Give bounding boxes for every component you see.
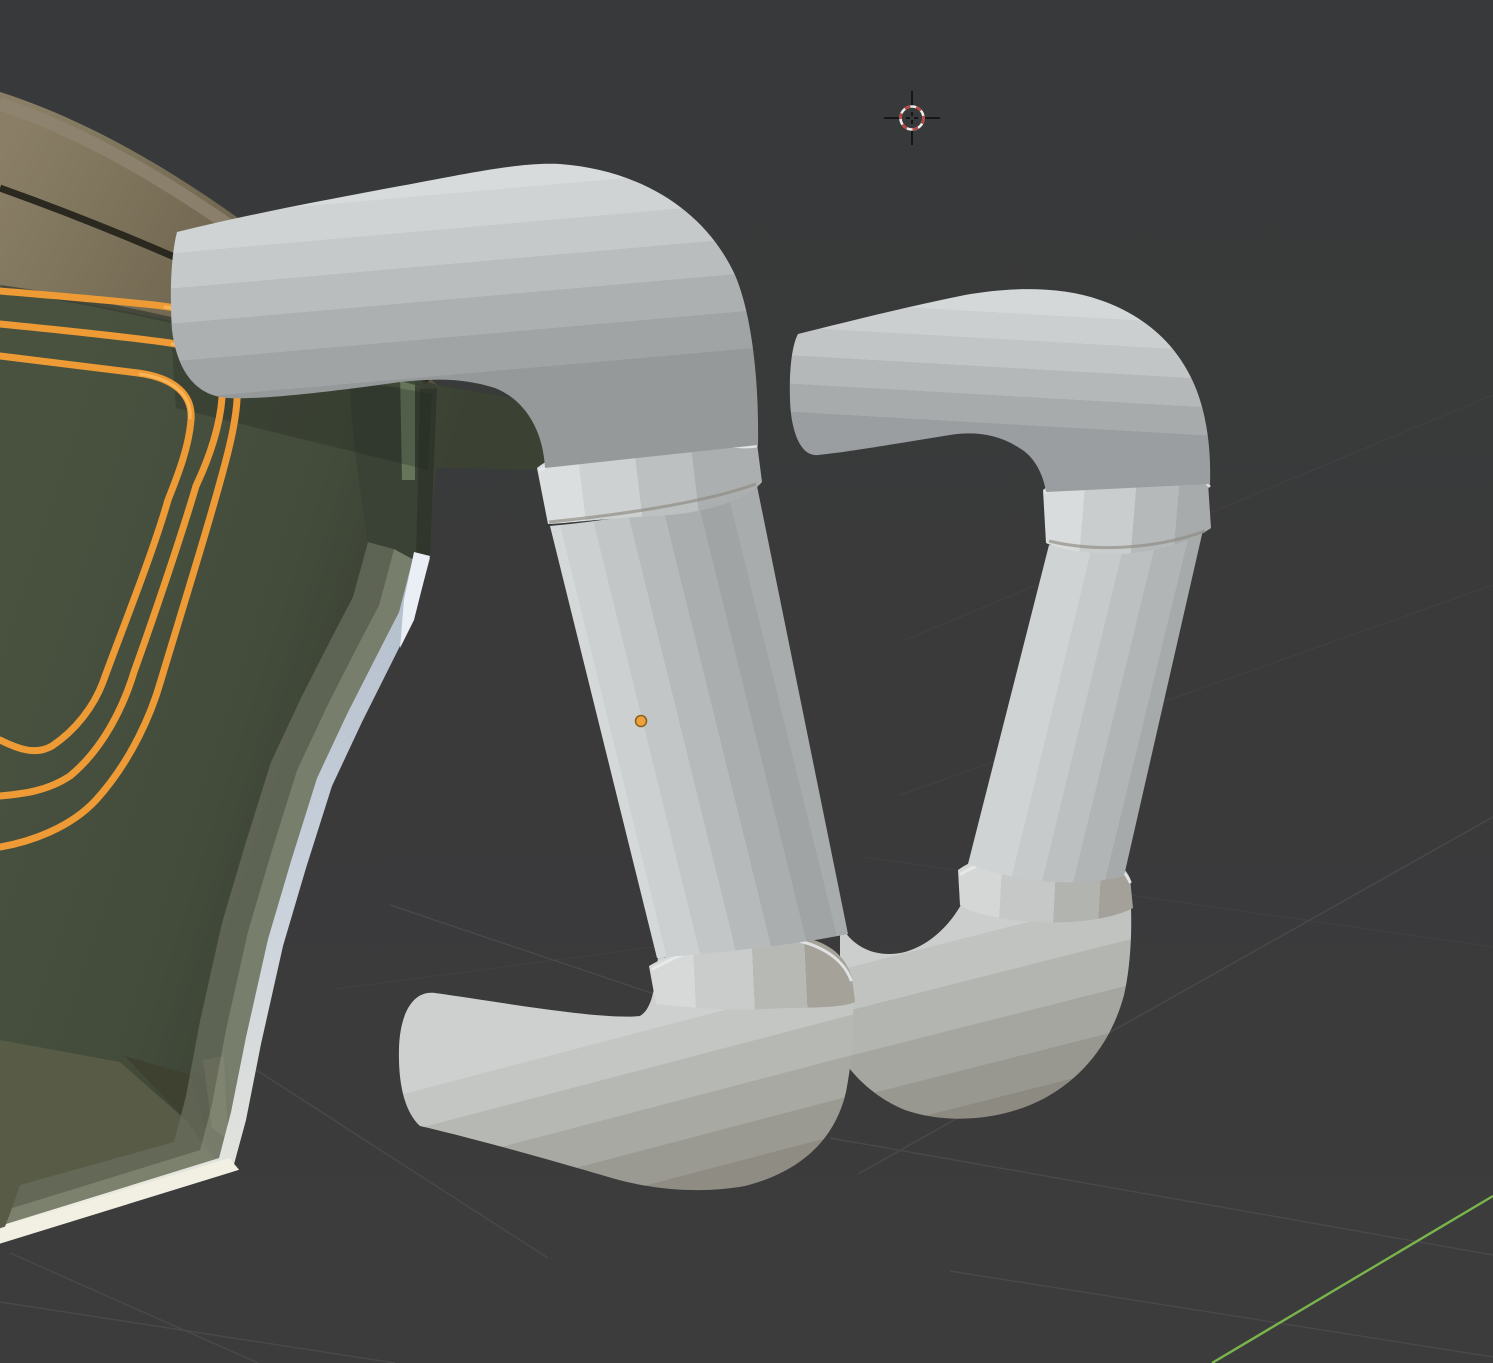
viewport-3d[interactable] bbox=[0, 0, 1493, 1363]
origin-point-icon[interactable] bbox=[636, 716, 647, 727]
viewport-canvas[interactable] bbox=[0, 0, 1493, 1363]
